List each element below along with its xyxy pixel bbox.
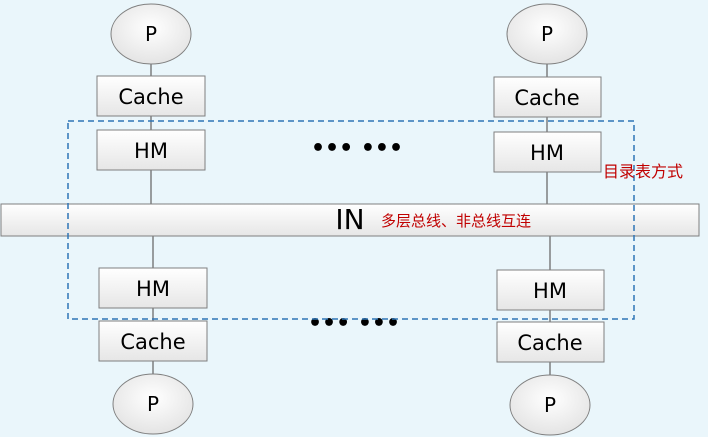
ellipsis-bottom: ••• •••	[308, 311, 400, 336]
hm-bottom-left-label: HM	[136, 277, 170, 301]
cache-top-right-label: Cache	[514, 86, 579, 110]
processor-top-left-label: P	[145, 22, 157, 46]
cache-top-left-label: Cache	[118, 85, 183, 109]
architecture-diagram: IN 多层总线、非总线互连 P Cache HM P Cache HM HM C…	[0, 3, 700, 436]
processor-bottom-right-label: P	[544, 393, 556, 417]
hm-bottom-right-label: HM	[533, 279, 567, 303]
cache-bottom-left-label: Cache	[120, 330, 185, 354]
cache-bottom-right-label: Cache	[517, 331, 582, 355]
hm-top-left-label: HM	[134, 139, 168, 163]
diagram-canvas: IN 多层总线、非总线互连 P Cache HM P Cache HM HM C…	[0, 0, 708, 437]
interconnect-label: IN	[335, 203, 364, 236]
hm-top-right-label: HM	[530, 141, 564, 165]
ellipsis-top: ••• •••	[311, 136, 403, 161]
processor-bottom-left-label: P	[147, 392, 159, 416]
processor-top-right-label: P	[541, 22, 553, 46]
interconnect-description: 多层总线、非总线互连	[381, 212, 531, 230]
directory-label: 目录表方式	[603, 162, 683, 181]
